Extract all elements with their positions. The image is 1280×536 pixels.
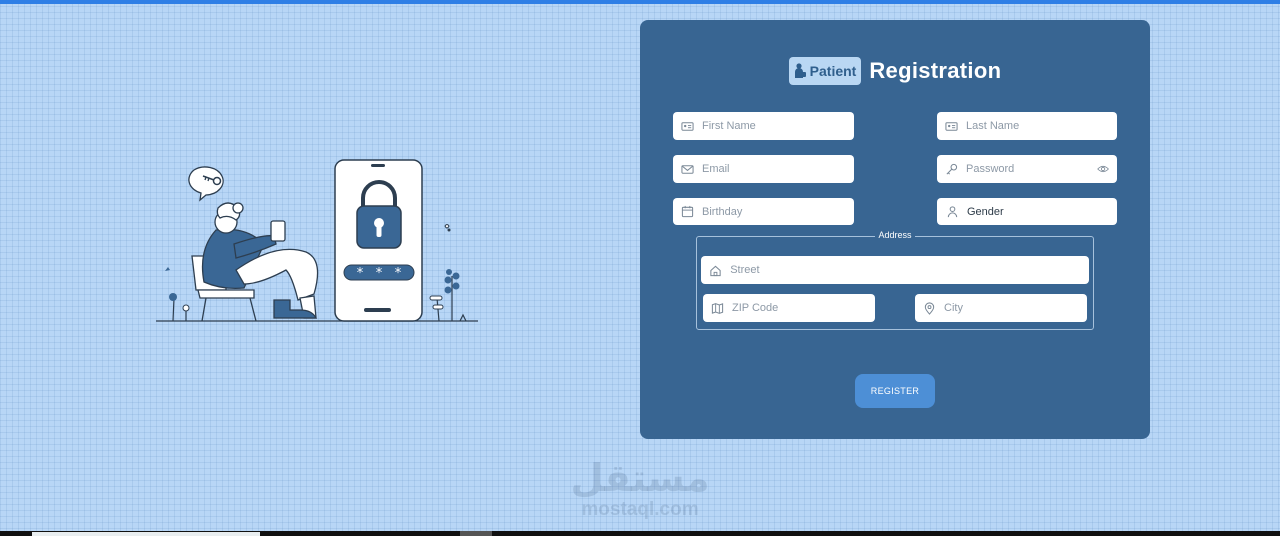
svg-text:*: * xyxy=(395,266,402,281)
address-legend: Address xyxy=(875,230,915,240)
security-illustration: * * * xyxy=(156,159,478,322)
map-icon xyxy=(711,301,724,315)
last-name-field[interactable] xyxy=(937,112,1117,140)
eye-icon[interactable] xyxy=(1096,162,1109,176)
gender-select[interactable]: Gender xyxy=(937,198,1117,225)
email-input[interactable] xyxy=(702,163,854,175)
patient-badge-label: Patient xyxy=(809,63,857,79)
form-header: Patient Registration xyxy=(640,56,1150,86)
patient-badge: Patient xyxy=(788,57,862,85)
password-field[interactable] xyxy=(937,155,1117,183)
location-pin-icon xyxy=(923,301,936,315)
person-icon xyxy=(794,63,806,78)
register-button[interactable]: REGISTER xyxy=(855,374,935,408)
street-field[interactable] xyxy=(701,256,1089,284)
watermark-latin: mostaql.com xyxy=(581,499,699,520)
zip-code-field[interactable] xyxy=(703,294,875,322)
watermark-arabic: مستقل xyxy=(570,456,710,500)
id-card-icon xyxy=(945,119,958,133)
city-input[interactable] xyxy=(944,302,1087,314)
id-card-icon xyxy=(681,119,694,133)
password-input[interactable] xyxy=(966,163,1097,175)
first-name-field[interactable] xyxy=(673,112,854,140)
mail-icon xyxy=(681,162,694,176)
birthday-field[interactable] xyxy=(673,198,854,225)
gender-value: Gender xyxy=(967,205,1004,218)
birthday-input[interactable] xyxy=(702,205,854,218)
user-icon xyxy=(945,205,959,219)
home-icon xyxy=(709,263,722,277)
zip-code-input[interactable] xyxy=(732,302,875,314)
watermark-logo: مستقل mostaql.com xyxy=(565,456,715,526)
email-field[interactable] xyxy=(673,155,854,183)
city-field[interactable] xyxy=(915,294,1087,322)
last-name-input[interactable] xyxy=(966,120,1117,132)
svg-text:*: * xyxy=(357,266,364,281)
calendar-icon xyxy=(681,205,694,219)
key-icon xyxy=(945,162,958,176)
bottom-taskbar-strip xyxy=(0,531,1280,536)
street-input[interactable] xyxy=(730,264,1089,276)
top-accent-bar xyxy=(0,0,1280,4)
page-title: Registration xyxy=(869,58,1002,83)
first-name-input[interactable] xyxy=(702,120,854,132)
registration-panel: Patient Registration First Name Last Nam… xyxy=(640,20,1150,439)
svg-text:*: * xyxy=(376,266,383,281)
